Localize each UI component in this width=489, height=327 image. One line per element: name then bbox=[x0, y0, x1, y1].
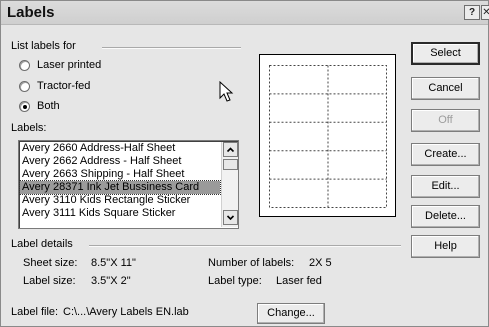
radio-both[interactable] bbox=[19, 101, 30, 112]
radio-tractor-fed[interactable] bbox=[19, 81, 30, 92]
labels-list-heading: Labels: bbox=[11, 122, 47, 134]
delete-button[interactable]: Delete... bbox=[411, 205, 480, 228]
help-titlebar-button[interactable]: ? bbox=[464, 5, 480, 20]
list-item[interactable]: Avery 2660 Address-Half Sheet bbox=[20, 142, 220, 155]
label-file-path: C:\...\Avery Labels EN.lab bbox=[63, 306, 189, 318]
number-of-labels-label: Number of labels: bbox=[208, 257, 295, 269]
label-type-label: Label type: bbox=[208, 275, 262, 287]
label-size-label: Label size: bbox=[23, 275, 76, 287]
label-size-value: 3.5"X 2" bbox=[91, 275, 131, 287]
sheet-size-label: Sheet size: bbox=[23, 257, 78, 269]
label-grid bbox=[269, 65, 387, 208]
list-item[interactable]: Avery 2662 Address - Half Sheet bbox=[20, 155, 220, 168]
scroll-up-button[interactable] bbox=[223, 142, 238, 157]
radio-tractor-fed-label[interactable]: Tractor-fed bbox=[37, 80, 90, 92]
edit-button[interactable]: Edit... bbox=[411, 175, 480, 198]
list-item[interactable]: Avery 3110 Kids Rectangle Sticker bbox=[20, 194, 220, 207]
chevron-down-icon bbox=[226, 215, 235, 221]
list-item[interactable]: Avery 3111 Kids Square Sticker bbox=[20, 207, 220, 220]
label-details-heading: Label details bbox=[11, 238, 73, 250]
group-divider bbox=[89, 245, 401, 247]
list-item-selected[interactable]: Avery 28371 Ink Jet Bussiness Card bbox=[19, 180, 221, 195]
radio-both-label[interactable]: Both bbox=[37, 100, 60, 112]
chevron-up-icon bbox=[226, 147, 235, 153]
select-button[interactable]: Select bbox=[411, 42, 480, 65]
mouse-pointer-icon bbox=[219, 81, 234, 102]
labels-dialog: Labels ? ✕ List labels for Laser printed… bbox=[0, 0, 489, 327]
sheet-size-value: 8.5"X 11" bbox=[91, 257, 136, 269]
cancel-button[interactable]: Cancel bbox=[411, 77, 480, 100]
list-scrollbar[interactable] bbox=[221, 142, 238, 227]
dialog-title: Labels bbox=[7, 4, 55, 21]
scroll-thumb[interactable] bbox=[223, 159, 238, 170]
label-type-value: Laser fed bbox=[276, 275, 322, 287]
change-button[interactable]: Change... bbox=[257, 303, 325, 324]
close-button[interactable]: ✕ bbox=[481, 5, 489, 20]
label-file-label: Label file: bbox=[11, 306, 59, 318]
title-bar: Labels ? ✕ bbox=[1, 1, 489, 25]
number-of-labels-value: 2X 5 bbox=[309, 257, 332, 269]
list-item[interactable]: Avery 2663 Shipping - Half Sheet bbox=[20, 168, 220, 181]
radio-laser-printed[interactable] bbox=[19, 60, 30, 71]
list-labels-for-heading: List labels for bbox=[11, 40, 76, 52]
radio-laser-printed-label[interactable]: Laser printed bbox=[37, 59, 101, 71]
create-button[interactable]: Create... bbox=[411, 143, 480, 166]
labels-listbox[interactable]: Avery 2660 Address-Half Sheet Avery 2662… bbox=[18, 140, 239, 229]
off-button[interactable]: Off bbox=[411, 109, 480, 132]
radio-selected-dot bbox=[22, 104, 27, 109]
group-divider bbox=[102, 47, 241, 49]
help-button[interactable]: Help bbox=[411, 235, 480, 258]
label-sheet-preview bbox=[259, 54, 396, 217]
scroll-down-button[interactable] bbox=[223, 210, 238, 225]
